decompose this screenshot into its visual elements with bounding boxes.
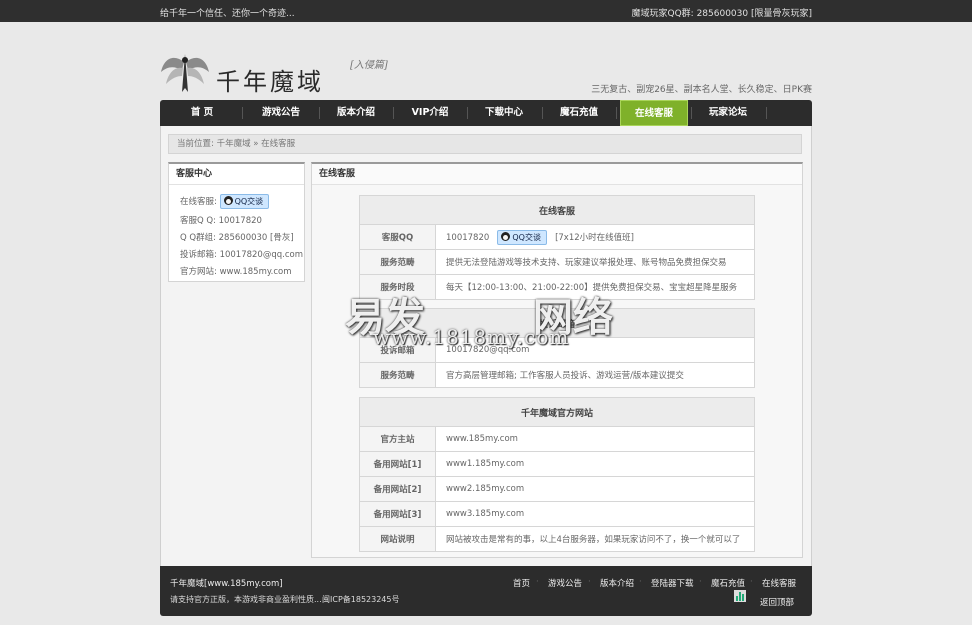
online-service-table: 在线客服 客服QQ 10017820 QQ交谈 [7x12小时在线值班] 服务范… [359,195,755,300]
sidebar-online-row: 在线客服: QQ交谈 [180,194,270,209]
sidebar-group-line: Q Q群组: 285600030 [骨灰] [180,233,294,243]
nav-separator [242,107,243,119]
service-hours-note: [7x12小时在线值班] [555,232,634,243]
stats-icon[interactable] [734,590,746,602]
row-label: 服务范畴 [359,362,436,388]
logo-subtitle: [入侵篇] [350,60,388,71]
official-sites-table: 千年魔域官方网站 官方主站 www.185my.com 备用网站[1] www1… [359,397,755,552]
footer-link-dot: · [750,577,753,587]
main-qq-chat-button[interactable]: QQ交谈 [497,229,547,245]
row-value: 提供无法登陆游戏等技术支持、玩家建议举报处理、账号物品免费担保交易 [435,249,755,275]
qq-chat-label: QQ交谈 [512,232,541,242]
footer-link-version[interactable]: 版本介绍 [600,577,634,589]
nav-separator [542,107,543,119]
footer-link-dot: · [536,577,539,587]
table-row: 官方主站 www.185my.com [359,426,755,452]
nav-item-version[interactable]: 版本介绍 [322,100,390,126]
table-row: 客服QQ 10017820 QQ交谈 [7x12小时在线值班] [359,224,755,250]
footer-link-launcher-download[interactable]: 登陆器下载 [651,577,694,589]
sidebar-qq-line: 客服Q Q: 10017820 [180,216,262,226]
row-value: 官方高层管理邮箱; 工作客服人员投诉、游戏运营/版本建议提交 [435,362,755,388]
footer-link-dot: · [699,577,702,587]
nav-separator [467,107,468,119]
row-label: 备用网站[2] [359,476,436,502]
service-center-title: 客服中心 [169,164,304,185]
row-label: 备用网站[1] [359,451,436,477]
row-value: 网站被攻击是常有的事，以上4台服务器，如果玩家访问不了，换一个就可以了 [435,526,755,552]
table-caption: 在线客服 [359,195,755,225]
breadcrumb: 当前位置: 千年魔域 » 在线客服 [168,134,802,154]
footer-link-announcements[interactable]: 游戏公告 [548,577,582,589]
footer-icp[interactable]: 闽ICP备18523245号 [322,594,400,605]
nav-separator [393,107,394,119]
row-label: 备用网站[3] [359,501,436,527]
footer-link-dot: · [639,577,642,587]
row-value[interactable]: 10017820@qq.com [435,337,755,363]
row-label: 服务时段 [359,274,436,300]
site-footer: 千年魔域[www.185my.com] 请支持官方正版，本游戏非商业盈利性质..… [160,566,812,616]
sidebar-email-line: 投诉邮箱: 10017820@qq.com [180,250,303,260]
row-value: 每天【12:00-13:00、21:00-22:00】提供免费担保交易、宝宝超星… [435,274,755,300]
site-link[interactable]: www.185my.com [435,426,755,452]
table-caption: 千年魔域官方网站 [359,397,755,427]
nav-item-forum[interactable]: 玩家论坛 [694,100,762,126]
winged-emblem-icon [161,54,209,92]
main-nav: 首 页 游戏公告 版本介绍 VIP介绍 下载中心 魔石充值 在线客服 玩家论坛 [160,100,812,126]
site-link[interactable]: www2.185my.com [435,476,755,502]
table-caption: 投诉邮箱 [359,308,755,338]
table-row: 备用网站[2] www2.185my.com [359,476,755,502]
nav-item-vip[interactable]: VIP介绍 [396,100,464,126]
table-row: 服务范畴 官方高层管理邮箱; 工作客服人员投诉、游戏运营/版本建议提交 [359,362,755,388]
nav-item-recharge[interactable]: 魔石充值 [545,100,613,126]
row-value: 10017820 QQ交谈 [7x12小时在线值班] [435,224,755,250]
complaint-email-table: 投诉邮箱 投诉邮箱 10017820@qq.com 服务范畴 官方高层管理邮箱;… [359,308,755,388]
table-row: 服务范畴 提供无法登陆游戏等技术支持、玩家建议举报处理、账号物品免费担保交易 [359,249,755,275]
row-label: 投诉邮箱 [359,337,436,363]
footer-link-recharge[interactable]: 魔石充值 [711,577,745,589]
table-row: 备用网站[1] www1.185my.com [359,451,755,477]
top-bar-qq-group: 魔域玩家QQ群: 285600030 [限量骨灰玩家] [631,9,812,19]
table-row: 备用网站[3] www3.185my.com [359,501,755,527]
footer-link-online-service[interactable]: 在线客服 [762,577,796,589]
service-center-box: 客服中心 在线客服: QQ交谈 客服Q Q: 10017820 Q Q群组: 2… [168,162,305,282]
site-link[interactable]: www3.185my.com [435,501,755,527]
nav-item-downloads[interactable]: 下载中心 [470,100,538,126]
sidebar-online-label: 在线客服: [180,197,217,207]
row-label: 官方主站 [359,426,436,452]
site-logo[interactable]: 千年魔域 [入侵篇] [160,48,400,96]
footer-notice: 请支持官方正版，本游戏非商业盈利性质... [170,595,322,604]
nav-separator [691,107,692,119]
qq-penguin-icon [501,231,511,241]
table-row: 服务时段 每天【12:00-13:00、21:00-22:00】提供免费担保交易… [359,274,755,300]
footer-site-name[interactable]: 千年魔域[www.185my.com] [170,577,283,589]
row-label: 客服QQ [359,224,436,250]
table-row: 网站说明 网站被攻击是常有的事，以上4台服务器，如果玩家访问不了，换一个就可以了 [359,526,755,552]
table-row: 投诉邮箱 10017820@qq.com [359,337,755,363]
back-to-top-link[interactable]: 返回顶部 [760,596,794,608]
qq-penguin-icon [223,196,233,205]
service-qq-number: 10017820 [446,232,490,243]
top-bar: 给千年一个信任、还你一个奇迹... 魔域玩家QQ群: 285600030 [限量… [0,0,972,22]
nav-separator [766,107,767,119]
online-service-panel-title: 在线客服 [312,164,802,185]
header-slogan: 三无复古、副宠26星、副本名人堂、长久稳定、日PK赛 [591,85,812,95]
nav-separator [616,107,617,119]
top-bar-slogan: 给千年一个信任、还你一个奇迹... [160,9,295,19]
sidebar-site-line: 官方网站: www.185my.com [180,267,292,277]
footer-link-home[interactable]: 首页 [513,577,530,589]
nav-item-home[interactable]: 首 页 [168,100,236,126]
row-label: 网站说明 [359,526,436,552]
footer-link-dot: · [588,577,591,587]
nav-item-announcements[interactable]: 游戏公告 [247,100,315,126]
qq-chat-label: QQ交谈 [234,197,264,206]
nav-item-online-service[interactable]: 在线客服 [620,100,688,126]
nav-separator [319,107,320,119]
logo-name: 千年魔域 [216,68,324,96]
row-label: 服务范畴 [359,249,436,275]
site-link[interactable]: www1.185my.com [435,451,755,477]
sidebar-qq-chat-button[interactable]: QQ交谈 [219,194,270,209]
